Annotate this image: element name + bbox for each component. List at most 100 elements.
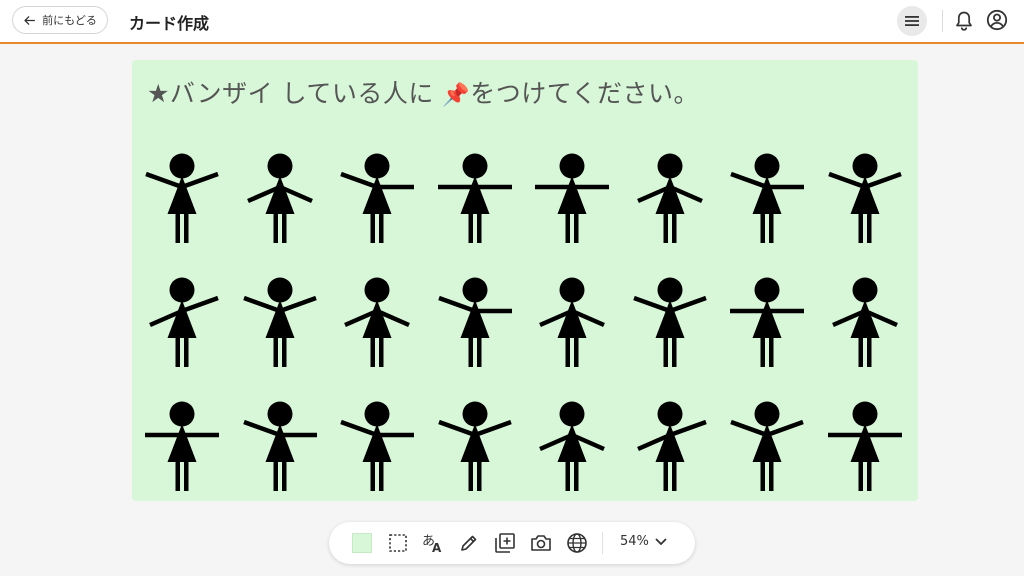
pushpin-icon: 📌 (442, 83, 471, 108)
figure-left-leg (858, 336, 863, 367)
figure-left-leg (565, 460, 570, 491)
figure-left-leg (468, 336, 473, 367)
globe-icon (567, 533, 587, 553)
stick-figure[interactable] (240, 152, 320, 247)
figure-right-leg (866, 460, 871, 491)
figure-right-leg (379, 212, 384, 243)
figure-left-leg (858, 460, 863, 491)
stick-figure[interactable] (630, 400, 710, 495)
pencil-button[interactable] (457, 531, 481, 555)
figure-head (754, 277, 780, 303)
figure-left-leg (858, 212, 863, 243)
stick-figure[interactable] (435, 400, 515, 495)
stick-figure[interactable] (337, 152, 417, 247)
stick-figure[interactable] (142, 152, 222, 247)
figure-right-leg (476, 460, 481, 491)
stick-figure[interactable] (337, 276, 417, 371)
zoom-level: 54% (620, 534, 649, 549)
color-swatch-icon (352, 533, 372, 553)
figure-right-leg (574, 460, 579, 491)
figure-left-leg (663, 460, 668, 491)
figure-head (657, 277, 682, 303)
background-color-button[interactable] (350, 531, 374, 555)
figure-left-leg (565, 212, 570, 243)
card-canvas[interactable]: ★バンザイ している人に 📌をつけてください。 (132, 60, 918, 501)
add-card-button[interactable] (493, 531, 517, 555)
stick-figure[interactable] (337, 400, 417, 495)
figure-right-leg (574, 212, 579, 243)
stick-figure[interactable] (630, 276, 710, 371)
figure-right-leg (574, 336, 579, 367)
translate-button[interactable]: あ A (421, 531, 445, 555)
figure-right-leg (866, 336, 871, 367)
camera-button[interactable] (529, 531, 553, 555)
stick-figure[interactable] (825, 400, 905, 495)
stick-figure[interactable] (532, 152, 612, 247)
stick-figure[interactable] (142, 276, 222, 371)
figure-head (754, 153, 780, 179)
stick-figure[interactable] (532, 400, 612, 495)
arrow-left-icon (24, 15, 36, 25)
top-bar: 前にもどる カード作成 (0, 0, 1024, 44)
figure-head (559, 401, 585, 427)
figure-head (559, 153, 585, 179)
stick-figure[interactable] (727, 276, 807, 371)
figure-body (167, 424, 197, 462)
page-title: カード作成 (129, 14, 210, 33)
figure-left-leg (175, 336, 180, 367)
figure-right-leg (281, 336, 286, 367)
stick-figure[interactable] (825, 152, 905, 247)
figure-right-leg (184, 460, 189, 491)
back-button[interactable]: 前にもどる (12, 6, 108, 34)
figure-body (557, 424, 587, 462)
figure-head (462, 401, 487, 427)
pencil-icon (461, 535, 477, 551)
figure-left-leg (370, 212, 375, 243)
figure-head (657, 401, 682, 427)
figure-head (169, 401, 195, 427)
figure-body (460, 176, 489, 214)
figure-body (362, 300, 392, 338)
figure-head (267, 153, 292, 179)
figure-left-leg (663, 212, 668, 243)
figure-right-leg (769, 212, 774, 243)
select-area-icon (389, 534, 407, 552)
stick-figure[interactable] (727, 400, 807, 495)
zoom-dropdown[interactable]: 54% (620, 534, 667, 549)
figure-right-leg (379, 460, 384, 491)
figure-head (462, 277, 487, 303)
stick-figure[interactable] (630, 152, 710, 247)
figure-head (559, 277, 585, 303)
web-button[interactable] (565, 531, 589, 555)
figure-right-leg (769, 460, 774, 491)
figure-left-leg (468, 212, 473, 243)
figure-left-leg (663, 336, 668, 367)
figure-body (265, 176, 294, 214)
figure-head (657, 153, 682, 179)
figure-head (169, 277, 195, 303)
figure-right-leg (184, 212, 189, 243)
back-button-label: 前にもどる (42, 14, 97, 27)
header-divider (942, 10, 943, 32)
stick-figure[interactable] (240, 400, 320, 495)
bell-icon[interactable] (954, 10, 974, 32)
svg-text:A: A (432, 541, 442, 554)
stick-figure[interactable] (142, 400, 222, 495)
figure-head (169, 153, 195, 179)
stick-figure[interactable] (240, 276, 320, 371)
user-account-icon[interactable] (986, 9, 1008, 31)
figure-head (462, 153, 487, 179)
stick-figure[interactable] (727, 152, 807, 247)
select-area-button[interactable] (386, 531, 410, 555)
menu-button[interactable] (897, 6, 927, 36)
figure-left-leg (760, 336, 765, 367)
camera-icon (531, 535, 551, 551)
stick-figure[interactable] (532, 276, 612, 371)
stick-figure[interactable] (825, 276, 905, 371)
figure-body (557, 300, 587, 338)
stick-figure[interactable] (435, 152, 515, 247)
figure-right-leg (476, 212, 481, 243)
figure-head (852, 401, 877, 427)
figure-right-leg (866, 212, 871, 243)
stick-figure[interactable] (435, 276, 515, 371)
